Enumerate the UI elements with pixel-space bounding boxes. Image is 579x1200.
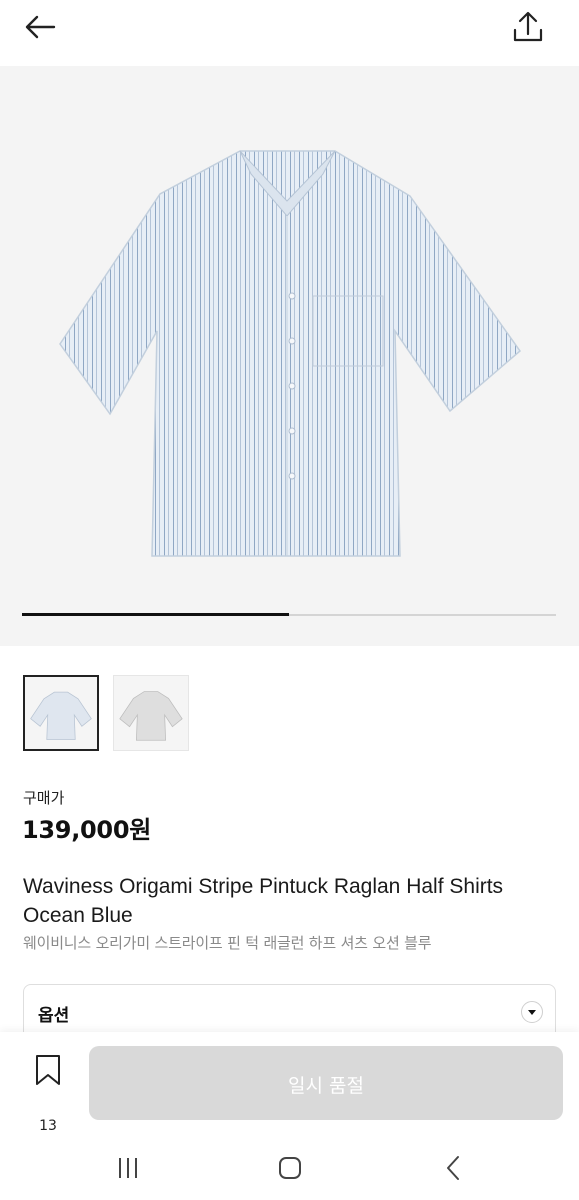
system-navigation-bar <box>0 1134 579 1200</box>
bookmark-icon <box>36 1055 60 1085</box>
product-subtitle-korean: 웨이비니스 오리가미 스트라이프 핀 턱 래글런 하프 셔츠 오션 블루 <box>23 934 432 952</box>
bottom-action-bar: 13 일시 품절 <box>0 1032 579 1134</box>
price-value: 139,000원 <box>22 816 151 844</box>
back-button[interactable] <box>22 10 62 46</box>
recent-apps-button[interactable] <box>110 1154 146 1182</box>
top-bar <box>0 0 579 66</box>
gallery-progress-fill <box>22 613 289 616</box>
product-image-gallery[interactable] <box>0 66 579 646</box>
arrow-left-icon <box>25 15 56 39</box>
thumbnail-1[interactable] <box>23 675 99 751</box>
price-label: 구매가 <box>23 789 65 807</box>
thumbnail-shirt-image <box>30 691 92 740</box>
back-icon <box>447 1156 459 1180</box>
wishlist-button[interactable]: 13 <box>22 1054 74 1134</box>
chevron-down-icon <box>521 1001 543 1023</box>
sold-out-label: 일시 품절 <box>288 1075 364 1097</box>
share-upload-icon <box>513 11 543 42</box>
product-title: Waviness Origami Stripe Pintuck Raglan H… <box>23 875 504 927</box>
sold-out-button[interactable]: 일시 품절 <box>89 1046 563 1120</box>
system-back-button[interactable] <box>436 1153 472 1183</box>
recent-apps-icon <box>119 1158 137 1178</box>
thumbnail-2[interactable] <box>113 675 189 751</box>
gallery-progress-bar <box>22 613 556 616</box>
thumbnail-shirt-image <box>119 691 183 741</box>
share-button[interactable] <box>508 8 548 48</box>
home-button[interactable] <box>272 1153 308 1183</box>
home-icon <box>279 1157 301 1179</box>
wishlist-count: 13 <box>39 1118 57 1134</box>
option-label: 옵션 <box>38 1006 70 1026</box>
product-image <box>59 150 522 557</box>
